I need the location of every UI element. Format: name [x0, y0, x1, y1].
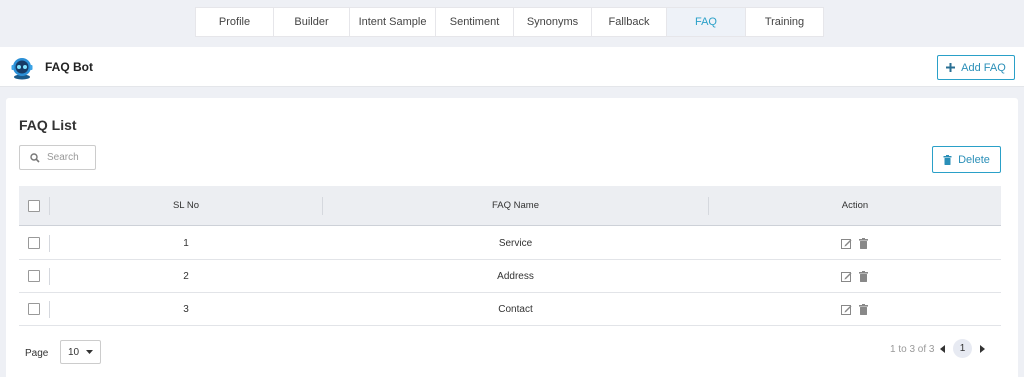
row-actions [709, 260, 1001, 292]
trash-icon[interactable] [858, 270, 869, 282]
table-row: 3 Contact [19, 293, 1001, 326]
page-size-label: Page [25, 348, 49, 359]
add-faq-label: Add FAQ [961, 61, 1006, 74]
search-placeholder: Search [47, 152, 79, 163]
faq-list-card: FAQ List Search Delete SL No FAQ Name Ac… [6, 98, 1018, 377]
row-sl-no: 1 [183, 237, 189, 249]
row-actions [709, 227, 1001, 259]
search-input[interactable]: Search [19, 145, 96, 170]
bot-header: FAQ Bot Add FAQ [0, 47, 1024, 87]
row-faq-name: Contact [498, 303, 533, 315]
tab-bar: Profile Builder Intent Sample Sentiment … [195, 7, 824, 37]
trash-icon[interactable] [858, 303, 869, 315]
column-header-faq-name: FAQ Name [492, 200, 539, 211]
edit-icon[interactable] [841, 238, 852, 249]
prev-arrow-icon[interactable] [940, 345, 946, 353]
search-icon [30, 152, 40, 163]
tab-profile[interactable]: Profile [196, 8, 274, 36]
delete-label: Delete [958, 153, 990, 166]
robot-avatar-icon [11, 58, 33, 80]
tab-fallback[interactable]: Fallback [592, 8, 667, 36]
row-checkbox[interactable] [27, 260, 41, 292]
delete-button[interactable]: Delete [932, 146, 1001, 173]
column-header-action: Action [841, 200, 869, 211]
row-actions [709, 293, 1001, 325]
table-row: 2 Address [19, 260, 1001, 293]
row-checkbox[interactable] [27, 227, 41, 259]
tab-builder[interactable]: Builder [274, 8, 350, 36]
select-all-checkbox[interactable] [27, 186, 41, 225]
tab-intent-sample[interactable]: Intent Sample [350, 8, 436, 36]
next-arrow-icon[interactable] [979, 345, 985, 353]
row-faq-name: Service [498, 237, 533, 249]
page-size-value: 10 [68, 346, 80, 358]
trash-icon[interactable] [858, 237, 869, 249]
table-row: 1 Service [19, 227, 1001, 260]
pagination-page-button[interactable]: 1 [953, 339, 972, 358]
plus-icon [946, 63, 956, 72]
edit-icon[interactable] [841, 304, 852, 315]
column-header-sl-no: SL No [172, 200, 200, 211]
faq-list-title: FAQ List [19, 117, 77, 133]
add-faq-button[interactable]: Add FAQ [937, 55, 1015, 80]
row-sl-no: 2 [183, 270, 189, 282]
row-faq-name: Address [497, 270, 534, 282]
tab-synonyms[interactable]: Synonyms [514, 8, 592, 36]
row-checkbox[interactable] [27, 293, 41, 325]
tab-faq[interactable]: FAQ [667, 8, 746, 36]
caret-down-icon [86, 349, 93, 354]
row-sl-no: 3 [183, 303, 189, 315]
bot-name: FAQ Bot [45, 60, 93, 74]
tab-training[interactable]: Training [746, 8, 823, 36]
table-header: SL No FAQ Name Action [19, 186, 1001, 226]
edit-icon[interactable] [841, 271, 852, 282]
page-size-select[interactable]: 10 [60, 340, 101, 364]
pagination-range: 1 to 3 of 3 [890, 344, 935, 355]
tab-sentiment[interactable]: Sentiment [436, 8, 514, 36]
trash-icon [943, 154, 952, 165]
